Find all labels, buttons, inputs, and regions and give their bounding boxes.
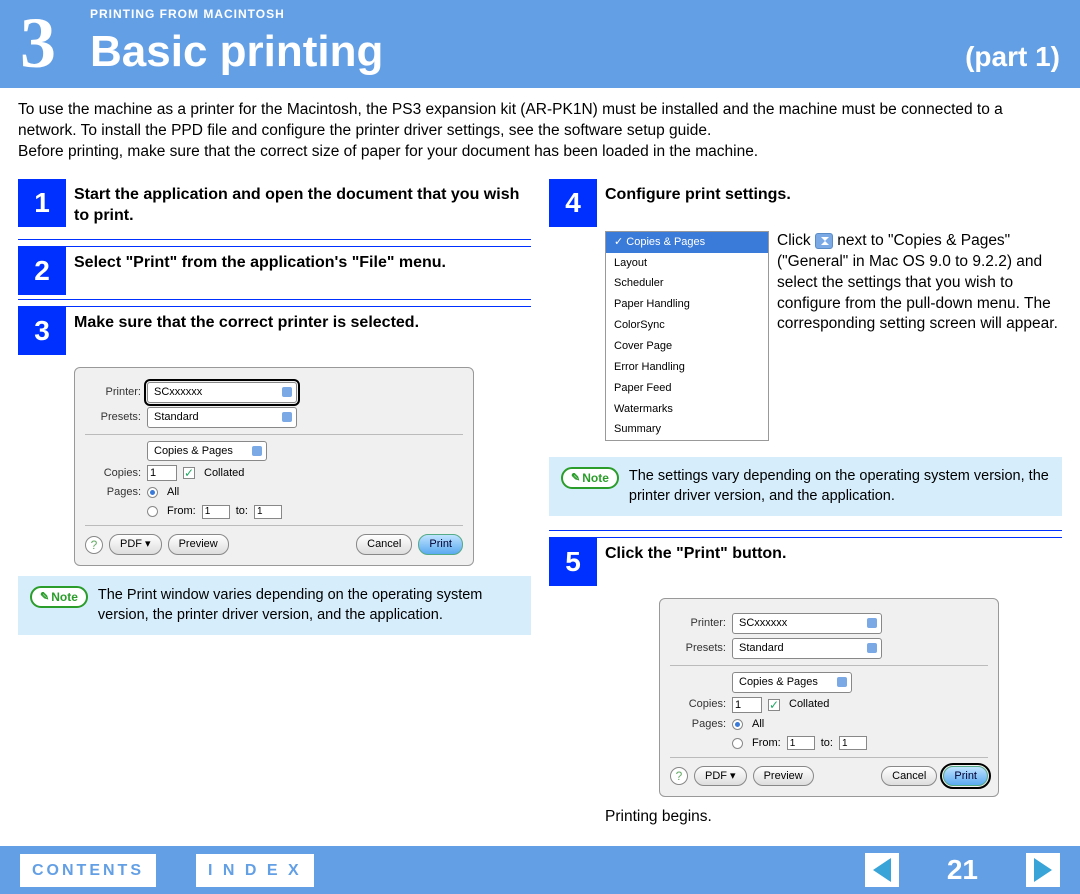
settings-pane-list[interactable]: Copies & Pages Layout Scheduler Paper Ha… bbox=[605, 231, 769, 441]
note-badge: Note bbox=[561, 467, 619, 489]
pane-item-layout[interactable]: Layout bbox=[606, 253, 768, 274]
presets-label: Presets: bbox=[85, 410, 141, 425]
pane-item-watermarks[interactable]: Watermarks bbox=[606, 399, 768, 420]
note-box-right: Note The settings vary depending on the … bbox=[549, 457, 1062, 516]
pane-item-summary[interactable]: Summary bbox=[606, 419, 768, 440]
preview-button[interactable]: Preview bbox=[168, 534, 229, 555]
printer-label: Printer: bbox=[85, 385, 141, 400]
cancel-button-b[interactable]: Cancel bbox=[881, 766, 937, 787]
arrows-icon bbox=[815, 233, 833, 249]
step-4-description: Click next to "Copies & Pages" ("General… bbox=[777, 231, 1062, 336]
help-button-b[interactable]: ? bbox=[670, 767, 688, 785]
printing-begins-text: Printing begins. bbox=[605, 807, 1062, 828]
right-column: 4 Configure print settings. Copies & Pag… bbox=[549, 173, 1062, 829]
collated-checkbox[interactable] bbox=[183, 467, 195, 479]
pane-item-paper-handling[interactable]: Paper Handling bbox=[606, 294, 768, 315]
pane-item-cover-page[interactable]: Cover Page bbox=[606, 336, 768, 357]
triangle-right-icon bbox=[1034, 858, 1052, 882]
pages-label: Pages: bbox=[85, 485, 141, 500]
printer-dropdown[interactable]: SCxxxxxx bbox=[147, 382, 297, 403]
pages-all-radio[interactable] bbox=[147, 487, 158, 498]
pages-from-radio[interactable] bbox=[147, 506, 158, 517]
collated-label: Collated bbox=[204, 466, 244, 481]
presets-dropdown[interactable]: Standard bbox=[147, 407, 297, 428]
pane-dropdown[interactable]: Copies & Pages bbox=[147, 441, 267, 462]
pages-from-label-b: From: bbox=[752, 736, 781, 751]
pdf-button-b[interactable]: PDF ▾ bbox=[694, 766, 747, 787]
printer-dropdown-b[interactable]: SCxxxxxx bbox=[732, 613, 882, 634]
pages-all-label: All bbox=[167, 485, 179, 500]
step-5-text: Click the "Print" button. bbox=[597, 538, 1062, 573]
pages-from-label: From: bbox=[167, 504, 196, 519]
index-link[interactable]: I N D E X bbox=[196, 854, 314, 888]
collated-checkbox-b[interactable] bbox=[768, 699, 780, 711]
print-dialog-a: Printer: SCxxxxxx Presets: Standard Copi… bbox=[74, 367, 474, 566]
next-page-button[interactable] bbox=[1026, 853, 1060, 887]
step-3-text: Make sure that the correct printer is se… bbox=[66, 307, 531, 342]
triangle-left-icon bbox=[873, 858, 891, 882]
pages-all-radio-b[interactable] bbox=[732, 719, 743, 730]
pages-all-label-b: All bbox=[752, 717, 764, 732]
pane-item-colorsync[interactable]: ColorSync bbox=[606, 315, 768, 336]
chapter-number: 3 bbox=[20, 0, 90, 93]
pages-to-label: to: bbox=[236, 504, 248, 519]
pane-item-copies[interactable]: Copies & Pages bbox=[606, 232, 768, 253]
step-2-text: Select "Print" from the application's "F… bbox=[66, 247, 531, 282]
step-number-1: 1 bbox=[18, 179, 66, 227]
copies-label-b: Copies: bbox=[670, 697, 726, 712]
contents-link[interactable]: CONTENTS bbox=[20, 854, 156, 888]
note-box-left: Note The Print window varies depending o… bbox=[18, 576, 531, 635]
prev-page-button[interactable] bbox=[865, 853, 899, 887]
pages-to-label-b: to: bbox=[821, 736, 833, 751]
note-right-text: The settings vary depending on the opera… bbox=[629, 467, 1050, 506]
pane-dropdown-b[interactable]: Copies & Pages bbox=[732, 672, 852, 693]
step-number-4: 4 bbox=[549, 179, 597, 227]
presets-label-b: Presets: bbox=[670, 641, 726, 656]
pages-from-input[interactable] bbox=[202, 505, 230, 519]
step-number-3: 3 bbox=[18, 307, 66, 355]
help-button[interactable]: ? bbox=[85, 536, 103, 554]
intro-text: To use the machine as a printer for the … bbox=[18, 100, 1062, 163]
page-number: 21 bbox=[947, 851, 978, 889]
pages-from-input-b[interactable] bbox=[787, 736, 815, 750]
pages-label-b: Pages: bbox=[670, 717, 726, 732]
copies-label: Copies: bbox=[85, 466, 141, 481]
pages-to-input[interactable] bbox=[254, 505, 282, 519]
collated-label-b: Collated bbox=[789, 697, 829, 712]
pdf-button[interactable]: PDF ▾ bbox=[109, 534, 162, 555]
pane-item-paper-feed[interactable]: Paper Feed bbox=[606, 378, 768, 399]
page-title: Basic printing bbox=[90, 22, 383, 81]
page-header: 3 PRINTING FROM MACINTOSH Basic printing… bbox=[0, 0, 1080, 88]
copies-input[interactable] bbox=[147, 465, 177, 481]
pages-from-radio-b[interactable] bbox=[732, 738, 743, 749]
preview-button-b[interactable]: Preview bbox=[753, 766, 814, 787]
step-number-5: 5 bbox=[549, 538, 597, 586]
note-badge: Note bbox=[30, 586, 88, 608]
pages-to-input-b[interactable] bbox=[839, 736, 867, 750]
breadcrumb: PRINTING FROM MACINTOSH bbox=[90, 6, 1060, 22]
cancel-button[interactable]: Cancel bbox=[356, 534, 412, 555]
left-column: 1 Start the application and open the doc… bbox=[18, 173, 531, 829]
note-left-text: The Print window varies depending on the… bbox=[98, 586, 519, 625]
copies-input-b[interactable] bbox=[732, 697, 762, 713]
printer-label-b: Printer: bbox=[670, 616, 726, 631]
step-4-text: Configure print settings. bbox=[597, 179, 1062, 214]
print-button[interactable]: Print bbox=[418, 534, 463, 555]
presets-dropdown-b[interactable]: Standard bbox=[732, 638, 882, 659]
step-number-2: 2 bbox=[18, 247, 66, 295]
print-dialog-b: Printer: SCxxxxxx Presets: Standard Copi… bbox=[659, 598, 999, 797]
part-label: (part 1) bbox=[965, 38, 1060, 76]
step-1-text: Start the application and open the docum… bbox=[66, 179, 531, 235]
pane-item-scheduler[interactable]: Scheduler bbox=[606, 273, 768, 294]
page-footer: CONTENTS I N D E X 21 bbox=[0, 846, 1080, 894]
pane-item-error-handling[interactable]: Error Handling bbox=[606, 357, 768, 378]
print-button-b[interactable]: Print bbox=[943, 766, 988, 787]
